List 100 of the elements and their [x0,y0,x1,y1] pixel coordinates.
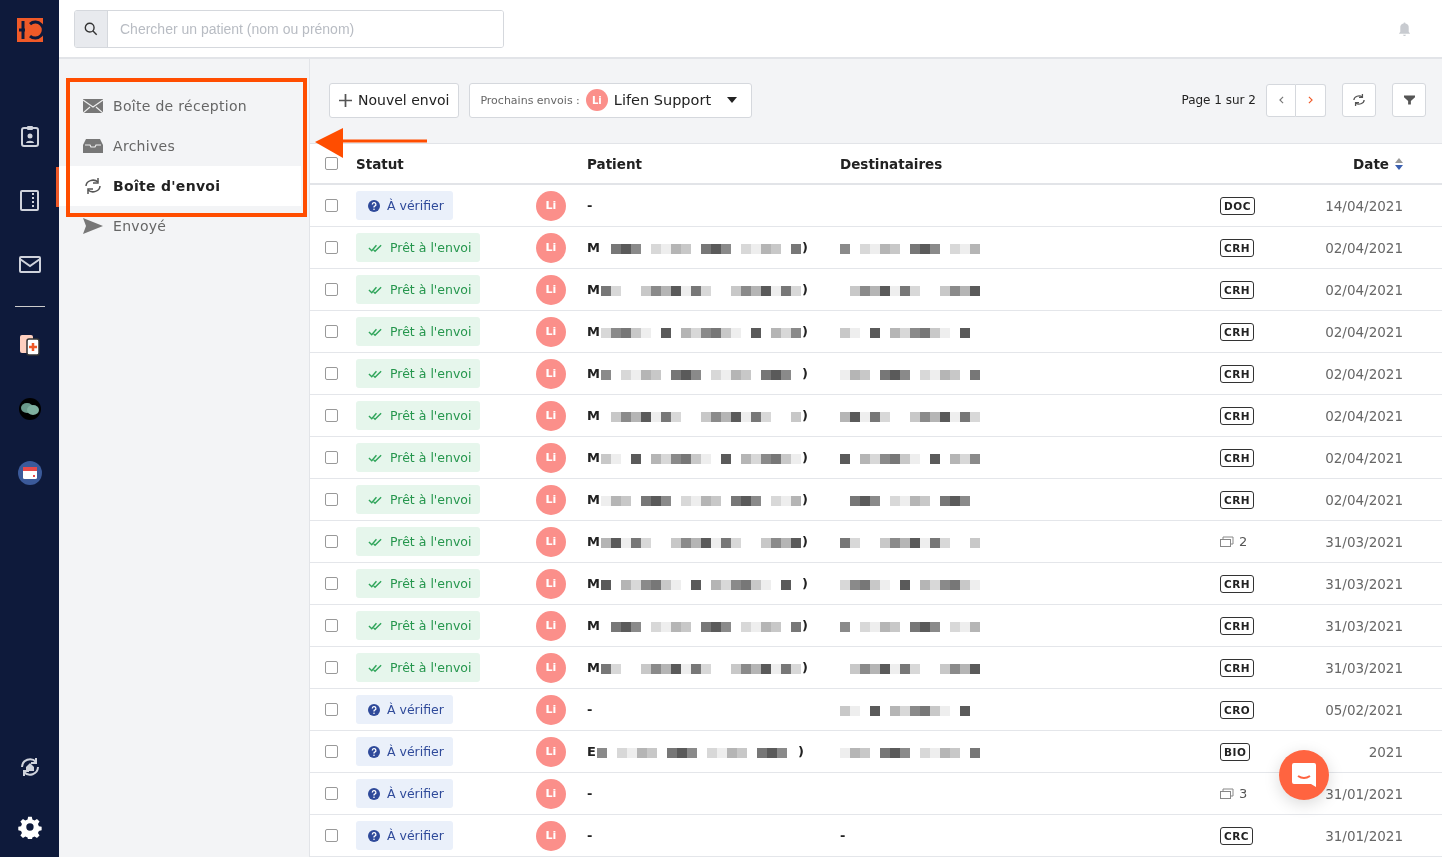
status-badge: À vérifier [356,695,453,724]
documents-icon [1220,787,1234,799]
row-checkbox[interactable] [325,451,338,464]
patient-name: M [587,618,600,633]
patient-name: - [587,702,593,717]
chevron-right-icon [1308,96,1313,104]
next-sends-dropdown[interactable]: Prochains envois : Li Lifen Support [469,82,753,118]
status-badge: À vérifier [356,191,453,220]
status-badge: Prêt à l'envoi [356,275,481,304]
date-text: 02/04/2021 [1325,239,1403,256]
patient-name-end: ) [801,450,808,465]
double-check-icon [368,242,383,253]
patient-name: - [587,828,593,843]
patient-name: M [587,492,600,507]
avatar: Li [585,89,608,111]
masks-icon[interactable] [17,397,42,421]
patient-name-end: ) [801,660,808,675]
row-checkbox[interactable] [325,619,338,632]
patient-name: M [587,282,600,297]
chevron-left-icon [1278,96,1284,104]
filter-icon [1403,95,1415,105]
date-text: 31/01/2021 [1325,785,1403,802]
filter-button[interactable] [1392,83,1426,117]
question-icon [368,745,380,758]
row-checkbox[interactable] [325,493,338,506]
date-text: 02/04/2021 [1325,281,1403,298]
row-checkbox[interactable] [325,535,338,548]
sync-icon [83,178,103,194]
patient-name: M [587,660,600,675]
document-type-tag: DOC [1220,196,1255,215]
double-check-icon [368,536,383,547]
row-checkbox[interactable] [325,241,338,254]
document-count: 2 [1239,533,1248,549]
avatar: Li [536,316,566,347]
row-checkbox[interactable] [325,787,338,800]
row-checkbox[interactable] [325,283,338,296]
next-page-button[interactable] [1296,83,1326,117]
status-badge: Prêt à l'envoi [356,653,481,682]
avatar: Li [536,484,566,515]
settings-icon[interactable] [17,815,42,839]
document-type-tag: CRH [1220,490,1255,509]
row-checkbox[interactable] [325,703,338,716]
status-badge: À vérifier [356,737,453,766]
status-badge: Prêt à l'envoi [356,485,481,514]
sidebar-item[interactable]: Envoyé [59,206,309,246]
logo-icon[interactable] [16,18,43,42]
patient-name-end: ) [801,618,808,633]
double-check-icon [368,662,383,673]
avatar: Li [536,190,566,221]
row-checkbox[interactable] [325,745,338,758]
select-all-checkbox[interactable] [325,157,338,170]
document-type-tag: CRH [1220,448,1255,467]
row-checkbox[interactable] [325,199,338,212]
sidebar-item[interactable]: Boîte d'envoi [59,166,301,206]
search-icon [84,21,98,36]
document-type-tag: CRH [1220,238,1255,257]
column-header[interactable]: Patient [587,155,840,172]
bell-icon[interactable] [1397,20,1412,37]
sidebar-item[interactable]: Boîte de réception [59,86,309,126]
date-text: 02/04/2021 [1325,323,1403,340]
sidebar-item[interactable]: Archives [59,126,309,166]
patient-name: - [587,198,593,213]
column-header[interactable]: Destinataires [840,155,1220,172]
patient-name-end: ) [801,240,808,255]
double-check-icon [368,284,383,295]
column-header[interactable]: Statut [356,155,536,172]
patient-name-end: ) [801,366,808,381]
row-checkbox[interactable] [325,367,338,380]
row-checkbox[interactable] [325,661,338,674]
plus-icon [339,93,352,107]
status-badge: Prêt à l'envoi [356,401,481,430]
patient-name-end: ) [801,282,808,297]
previous-page-button[interactable] [1266,83,1296,117]
patient-name: M [587,534,600,549]
notebook-icon[interactable] [17,188,42,212]
pagination-label: Page 1 sur 2 [1181,93,1256,107]
row-checkbox[interactable] [325,325,338,338]
avatar: Li [536,358,566,389]
refresh-button[interactable] [1342,83,1376,117]
refresh-icon [1352,94,1366,106]
patient-name: - [587,786,593,801]
search-field[interactable]: Chercher un patient (nom ou prénom) [74,9,504,48]
status-badge: Prêt à l'envoi [356,317,481,346]
medical-file-icon[interactable] [17,333,42,357]
new-send-button[interactable]: Nouvel envoi [329,82,460,118]
document-type-tag: CRC [1220,826,1253,845]
avatar: Li [536,232,566,263]
column-header[interactable]: Date [1353,155,1389,172]
question-icon [368,199,380,212]
calendar-icon[interactable] [17,461,42,485]
row-checkbox[interactable] [325,409,338,422]
document-type-tag: CRH [1220,658,1255,677]
sort-icon[interactable] [1395,157,1403,170]
row-checkbox[interactable] [325,829,338,842]
status-badge: Prêt à l'envoi [356,359,481,388]
date-text: 31/03/2021 [1325,533,1403,550]
row-checkbox[interactable] [325,577,338,590]
patient-name: M [587,240,600,255]
patient-name-end: ) [801,534,808,549]
documents-icon [1220,535,1234,547]
